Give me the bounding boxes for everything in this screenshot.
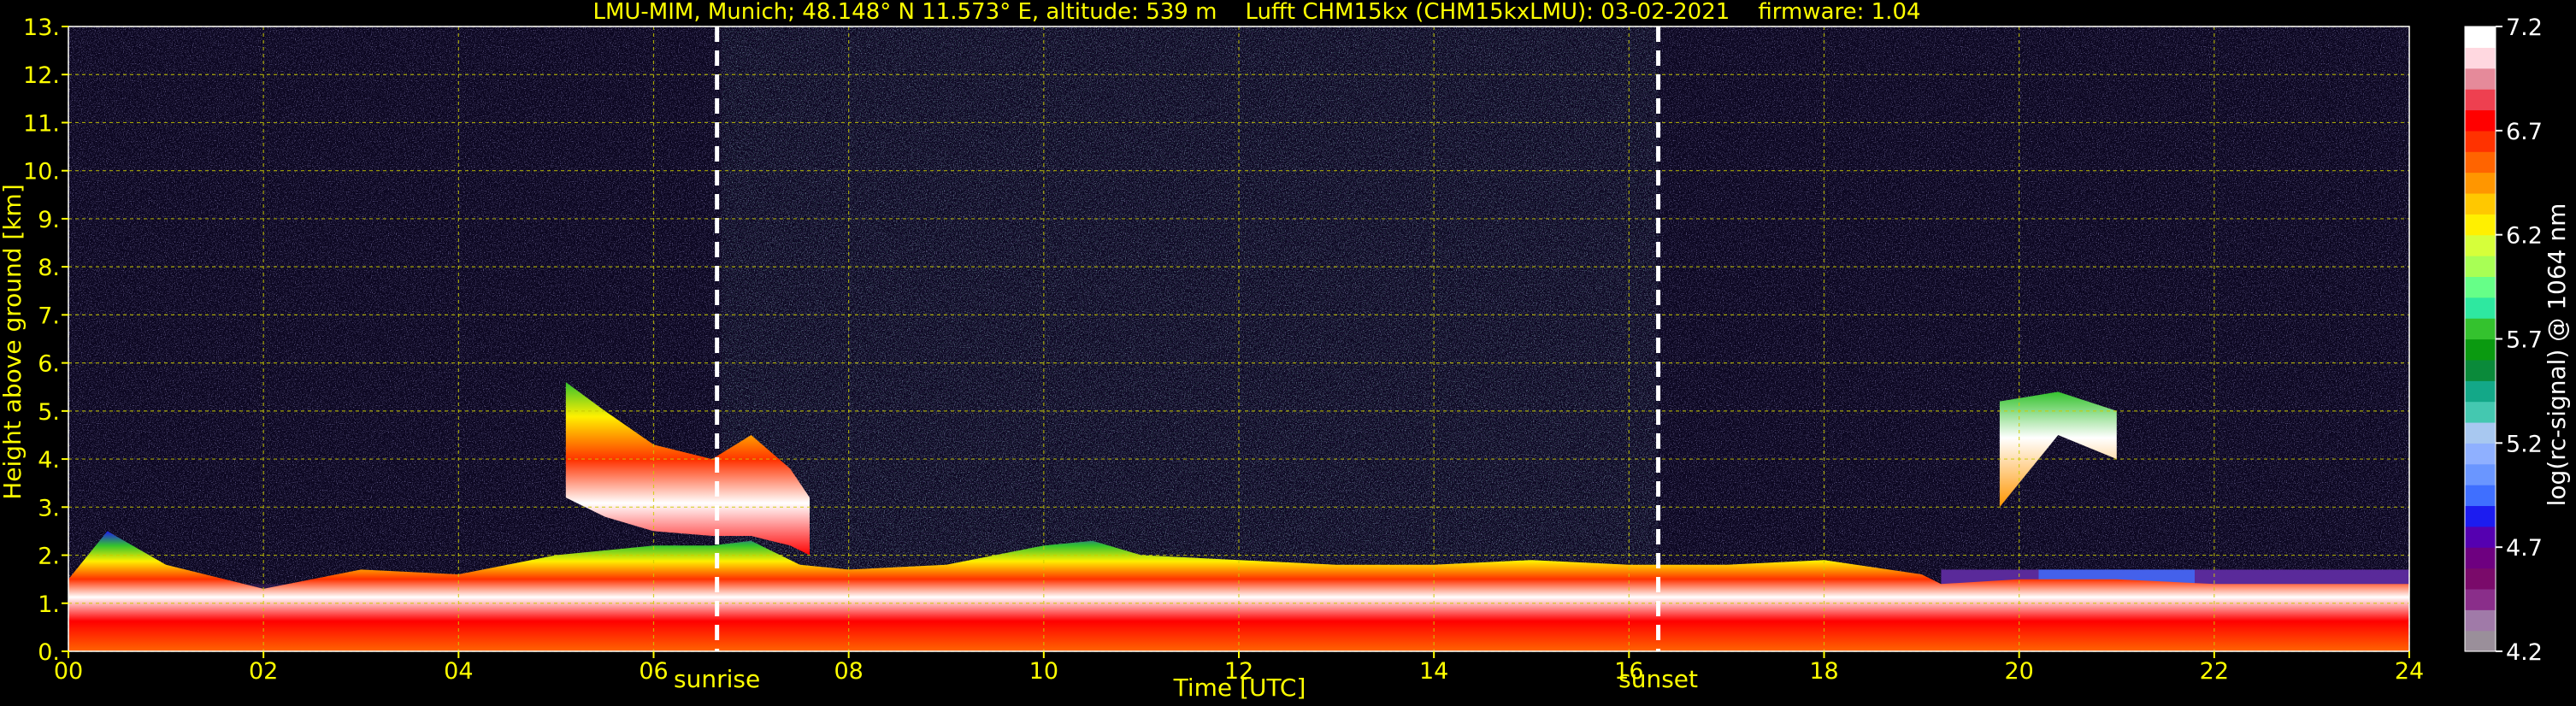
y-tick-label: 13.: [23, 15, 60, 41]
colorbar-segment: [2465, 256, 2496, 277]
y-tick-label: 11.: [23, 110, 60, 137]
colorbar-segment: [2465, 172, 2496, 194]
y-tick-label: 0.: [38, 639, 60, 666]
colorbar-segment: [2465, 297, 2496, 319]
y-tick-label: 12.: [23, 62, 60, 89]
x-tick-label: 10: [1029, 658, 1058, 685]
x-tick-label: 20: [2004, 658, 2033, 685]
x-tick-label: 06: [639, 658, 668, 685]
x-tick-label: 02: [249, 658, 278, 685]
colorbar-tick-label: 5.7: [2506, 327, 2543, 354]
colorbar-segment: [2465, 318, 2496, 340]
y-tick-label: 7.: [38, 303, 60, 329]
y-tick-label: 5.: [38, 399, 60, 426]
colorbar-segment: [2465, 401, 2496, 423]
colorbar-segment: [2465, 47, 2496, 69]
y-tick-label: 4.: [38, 447, 60, 474]
y-tick-label: 3.: [38, 495, 60, 521]
colorbar-segment: [2465, 485, 2496, 507]
colorbar-segment: [2465, 214, 2496, 236]
colorbar-segment: [2465, 526, 2496, 548]
x-tick-label: 22: [2200, 658, 2229, 685]
x-tick-label: 16: [1614, 658, 1643, 685]
colorbar-segment: [2465, 588, 2496, 610]
colorbar-segment: [2465, 26, 2496, 48]
y-tick-label: 9.: [38, 207, 60, 233]
x-axis-label: Time [UTC]: [1173, 674, 1306, 702]
colorbar-segment: [2465, 630, 2496, 652]
colorbar-tick-label: 4.2: [2506, 639, 2543, 666]
colorbar-segment: [2465, 192, 2496, 215]
x-tick-label: 14: [1419, 658, 1448, 685]
sunrise-label: sunrise: [674, 665, 760, 693]
colorbar-segment: [2465, 443, 2496, 465]
colorbar-tick-label: 7.2: [2506, 15, 2543, 41]
daytime-noise: [722, 26, 1659, 651]
colorbar-segment: [2465, 68, 2496, 90]
y-tick-label: 2.: [38, 544, 60, 570]
colorbar-tick-label: 4.7: [2506, 535, 2543, 562]
colorbar-segment: [2465, 505, 2496, 527]
ceilometer-chart: sunrise sunset 00 02 04 06 08 10 12 14 16 18 20 22 24…: [0, 0, 2571, 702]
colorbar: 4.2 4.7 5.2 5.7 6.2 6.7 7.2: [2464, 15, 2543, 666]
colorbar-segment: [2465, 421, 2496, 444]
x-tick-label: 04: [444, 658, 473, 685]
colorbar-segment: [2465, 380, 2496, 403]
colorbar-tick-label: 6.7: [2506, 119, 2543, 145]
colorbar-segment: [2465, 276, 2496, 298]
colorbar-tick-label: 5.2: [2506, 431, 2543, 457]
colorbar-tick-label: 6.2: [2506, 223, 2543, 250]
y-tick-label: 6.: [38, 351, 60, 378]
colorbar-segment: [2465, 609, 2496, 632]
colorbar-segment: [2465, 547, 2496, 569]
colorbar-segment: [2465, 89, 2496, 111]
colorbar-segment: [2465, 234, 2496, 256]
colorbar-segment: [2465, 109, 2496, 132]
colorbar-segment: [2465, 338, 2496, 361]
x-tick-label: 08: [834, 658, 863, 685]
colorbar-segment: [2465, 463, 2496, 485]
y-tick-label: 1.: [38, 591, 60, 618]
colorbar-label: log(rc-signal) @ 1064 nm: [2543, 203, 2571, 507]
colorbar-segment: [2465, 151, 2496, 174]
x-tick-label: 24: [2395, 658, 2424, 685]
colorbar-segment: [2465, 568, 2496, 590]
y-tick-label: 8.: [38, 255, 60, 281]
x-tick-label: 18: [1809, 658, 1838, 685]
y-tick-label: 10.: [23, 159, 60, 185]
chart-title: LMU-MIM, Munich; 48.148° N 11.573° E, al…: [592, 0, 1920, 25]
y-axis-label: Height above ground [km]: [0, 184, 27, 500]
colorbar-segment: [2465, 359, 2496, 381]
colorbar-segment: [2465, 130, 2496, 152]
plot-background: [68, 26, 2409, 651]
